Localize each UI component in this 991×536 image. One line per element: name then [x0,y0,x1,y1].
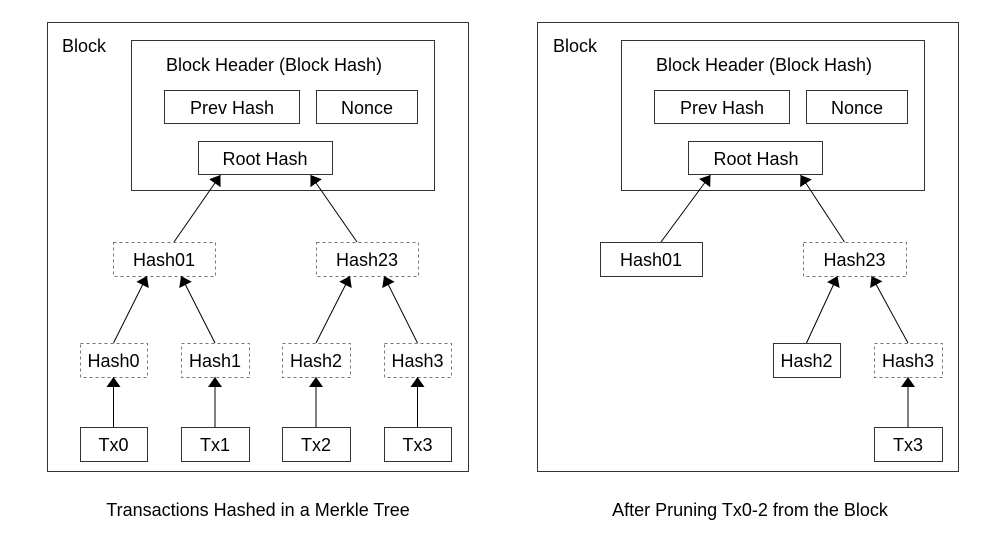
node-hash0: Hash0 [80,343,148,378]
prev-hash-label: Prev Hash [190,98,274,118]
node-label: Hash01 [620,250,682,270]
node-hash3: Hash3 [384,343,452,378]
node-hash01: Hash01 [113,242,216,277]
nonce-label: Nonce [341,98,393,118]
node-hash23: Hash23 [316,242,419,277]
caption: Transactions Hashed in a Merkle Tree [106,500,409,520]
node-label: Hash01 [133,250,195,270]
node-label: Hash23 [823,250,885,270]
node-hash01: Hash01 [600,242,703,277]
node-tx1: Tx1 [181,427,250,462]
node-label: Hash1 [189,351,241,371]
node-hash2: Hash2 [282,343,351,378]
node-hash2: Hash2 [773,343,841,378]
node-hash23: Hash23 [803,242,907,277]
node-label: Hash2 [780,351,832,371]
merkle-diagram: Block Block Header (Block Hash) Prev Has… [47,22,959,520]
node-label: Tx1 [200,435,230,455]
panel-full-merkle-tree: Block Block Header (Block Hash) Prev Has… [47,22,469,520]
block-label: Block [553,36,598,56]
node-tx2: Tx2 [282,427,351,462]
block-header-label: Block Header (Block Hash) [656,55,872,75]
block-label: Block [62,36,107,56]
node-tx3: Tx3 [874,427,943,462]
node-label: Tx3 [402,435,432,455]
node-tx0: Tx0 [80,427,148,462]
node-label: Tx0 [98,435,128,455]
node-label: Hash3 [882,351,934,371]
node-label: Hash23 [336,250,398,270]
node-hash3: Hash3 [874,343,943,378]
node-tx3: Tx3 [384,427,452,462]
node-label: Hash0 [87,351,139,371]
root-hash-label: Root Hash [222,149,307,169]
root-hash-label: Root Hash [713,149,798,169]
block-header-label: Block Header (Block Hash) [166,55,382,75]
node-label: Hash3 [391,351,443,371]
nonce-label: Nonce [831,98,883,118]
node-label: Tx3 [893,435,923,455]
panel-pruned: Block Block Header (Block Hash) Prev Has… [537,22,959,520]
node-label: Hash2 [290,351,342,371]
prev-hash-label: Prev Hash [680,98,764,118]
node-hash1: Hash1 [181,343,250,378]
node-label: Tx2 [301,435,331,455]
caption: After Pruning Tx0-2 from the Block [612,500,889,520]
